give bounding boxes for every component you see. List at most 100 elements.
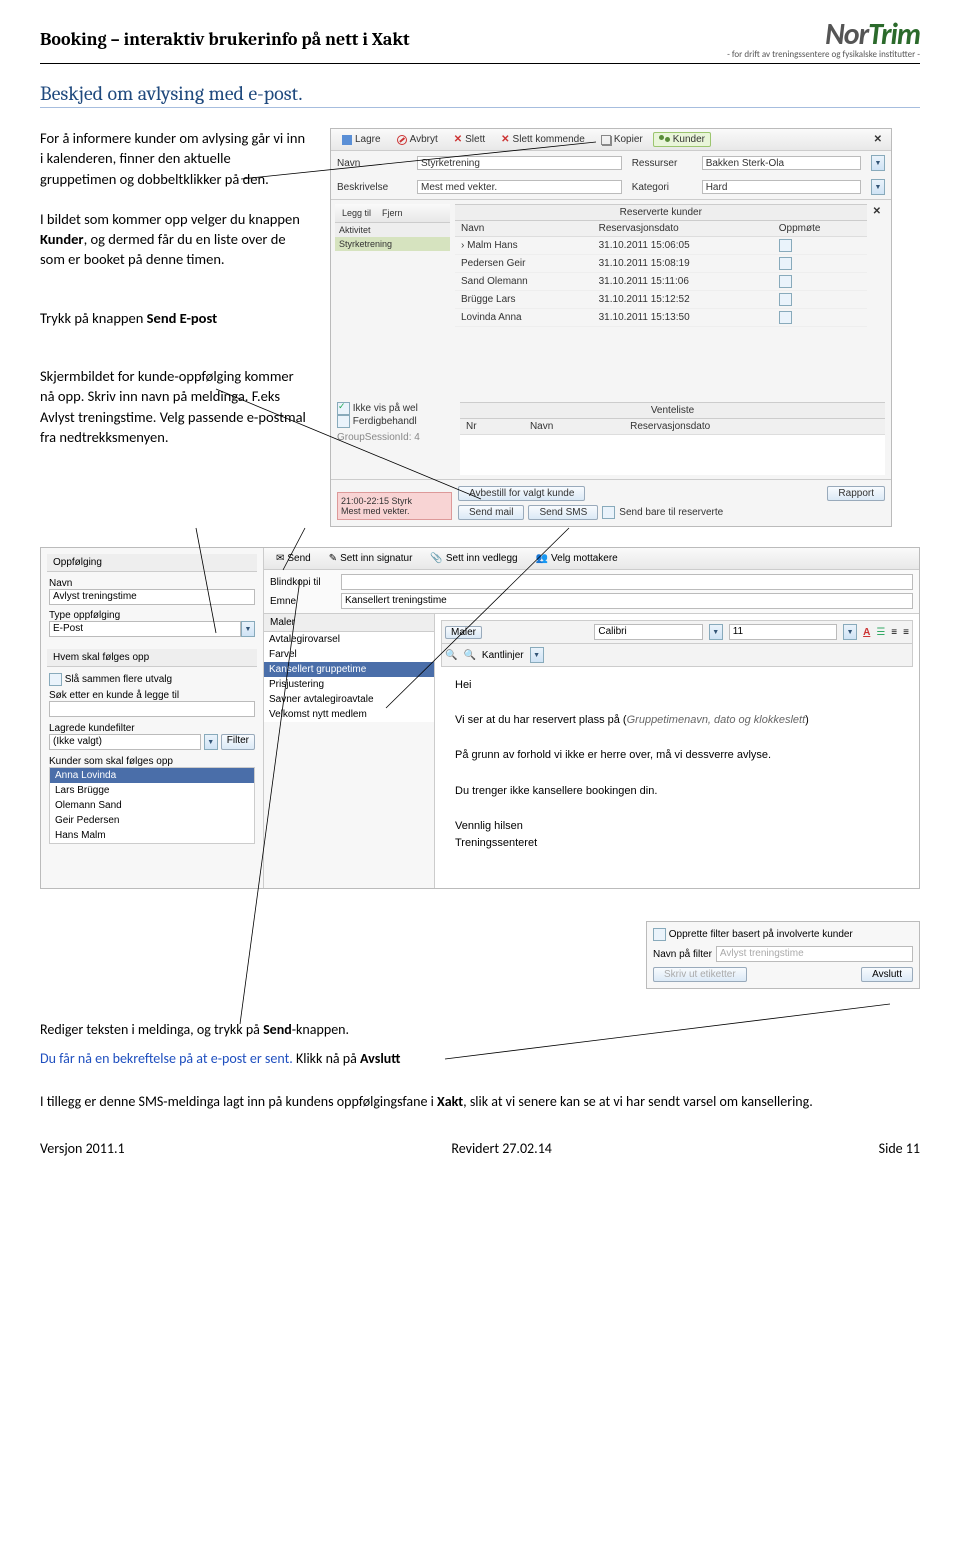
saved-filter-select[interactable]: (Ikke valgt)	[49, 734, 201, 750]
font-size-select[interactable]: 11	[729, 624, 837, 640]
input-bcc[interactable]	[341, 574, 913, 590]
sidebar-item[interactable]: Styrketrening	[335, 237, 450, 251]
text-color-icon[interactable]: A	[863, 627, 870, 638]
followup-title: Oppfølging	[47, 554, 257, 572]
dropdown-icon[interactable]: ▼	[871, 155, 885, 171]
maler-tab[interactable]: Maler	[445, 626, 482, 639]
paperclip-icon: 📎	[430, 553, 442, 564]
input-ressurser[interactable]: Bakken Sterk-Ola	[702, 156, 861, 170]
input-search[interactable]	[49, 701, 255, 717]
col-navn: Navn	[455, 221, 593, 237]
table-row: Pedersen Geir31.10.2011 15:08:19	[455, 255, 867, 273]
label-bcc: Blindkopi til	[270, 577, 335, 588]
attachment-button[interactable]: 📎 Sett inn vedlegg	[424, 551, 523, 566]
zoom-in-icon[interactable]: 🔍	[445, 650, 457, 661]
send-mail-button[interactable]: Send mail	[458, 505, 524, 520]
screenshot-email: Oppfølging Navn Avlyst treningstime Type…	[40, 547, 920, 889]
borders-button[interactable]: Kantlinjer	[482, 650, 524, 661]
col-dato: Reservasjonsdato	[624, 419, 885, 435]
dropdown-icon[interactable]: ▼	[871, 179, 885, 195]
email-body[interactable]: Hei Vi ser at du har reservert plass på …	[441, 667, 913, 863]
signature-button[interactable]: ✎ Sett inn signatur	[323, 551, 419, 566]
zoom-out-icon[interactable]: 🔍	[463, 650, 475, 661]
dropdown-icon[interactable]: ▼	[241, 621, 255, 637]
input-navn[interactable]: Avlyst treningstime	[49, 589, 255, 605]
close-button[interactable]: ✕	[870, 134, 886, 145]
font-select[interactable]: Calibri	[594, 624, 702, 640]
reserved-table: Navn Reservasjonsdato Oppmøte › Malm Han…	[455, 221, 867, 327]
recipients-button[interactable]: 👥 Velg mottakere	[530, 551, 624, 566]
dropdown-icon[interactable]: ▼	[843, 624, 857, 640]
cancel-button[interactable]: Avbryt	[391, 132, 444, 147]
filter-button[interactable]: Filter	[221, 734, 255, 750]
send-sms-button[interactable]: Send SMS	[528, 505, 598, 520]
input-navn[interactable]: Styrketrening	[417, 156, 622, 170]
print-labels-button[interactable]: Skriv ut etiketter	[653, 967, 747, 982]
checkbox[interactable]	[779, 311, 792, 324]
dropdown-icon[interactable]: ▼	[709, 624, 723, 640]
chk-ferdig[interactable]	[337, 415, 350, 428]
rapport-button[interactable]: Rapport	[827, 486, 885, 501]
remove-button[interactable]: Fjern	[378, 207, 407, 219]
templates-title: Maler	[264, 614, 434, 632]
chk-merge[interactable]	[49, 673, 62, 686]
calendar-entry[interactable]: 21:00-22:15 Styrk Mest med vekter.	[337, 492, 452, 520]
para-2: I bildet som kommer opp velger du knappe…	[40, 209, 310, 270]
delete-upcoming-button[interactable]: ✕Slett kommende	[495, 132, 591, 147]
delete-button[interactable]: ✕Slett	[448, 132, 491, 147]
chk-ikke-vis[interactable]	[337, 402, 350, 415]
input-subject[interactable]: Kansellert treningstime	[341, 593, 913, 609]
copy-button[interactable]: Kopier	[595, 132, 649, 147]
customer-list: Anna Lovinda Lars Brügge Olemann Sand Ge…	[49, 767, 255, 844]
align-right-icon[interactable]: ≡	[903, 627, 909, 638]
dropdown-icon[interactable]: ▼	[204, 734, 218, 750]
list-item[interactable]: Geir Pedersen	[50, 813, 254, 828]
input-type[interactable]: E-Post	[49, 621, 241, 637]
list-item[interactable]: Prisjustering	[264, 677, 434, 692]
label-beskrivelse: Beskrivelse	[337, 182, 407, 193]
label-type: Type oppfølging	[49, 610, 255, 621]
para-5: Rediger teksten i meldinga, og trykk på …	[40, 1021, 600, 1038]
instructions-left: For å informere kunder om avlysing går v…	[40, 128, 310, 467]
table-row: Brügge Lars31.10.2011 15:12:52	[455, 291, 867, 309]
checkbox[interactable]	[779, 257, 792, 270]
input-filter-name[interactable]: Avlyst treningstime	[716, 946, 913, 962]
finish-dialog: Opprette filter basert på involverte kun…	[646, 921, 920, 989]
dropdown-icon[interactable]: ▼	[530, 647, 544, 663]
list-item[interactable]: Farvel	[264, 647, 434, 662]
list-item[interactable]: Velkomst nytt medlem	[264, 707, 434, 722]
input-beskrivelse[interactable]: Mest med vekter.	[417, 180, 622, 194]
save-button[interactable]: Lagre	[336, 132, 387, 147]
list-item[interactable]: Lars Brügge	[50, 783, 254, 798]
list-item[interactable]: Avtalegirovarsel	[264, 632, 434, 647]
list-item[interactable]: Olemann Sand	[50, 798, 254, 813]
checkbox[interactable]	[779, 275, 792, 288]
copy-icon	[601, 135, 611, 145]
logo-subtitle: - for drift av treningssentere og fysika…	[727, 50, 920, 59]
align-left-icon[interactable]: ☰	[876, 627, 885, 638]
list-item[interactable]: Savner avtalegiroavtale	[264, 692, 434, 707]
label-filter-name: Navn på filter	[653, 949, 712, 960]
list-item[interactable]: Kansellert gruppetime	[264, 662, 434, 677]
label-ressurser: Ressurser	[632, 158, 692, 169]
avbestill-button[interactable]: Avbestill for valgt kunde	[458, 486, 585, 501]
page: Booking – interaktiv brukerinfo på nett …	[0, 0, 960, 1177]
add-button[interactable]: Legg til	[338, 207, 375, 219]
page-footer: Versjon 2011.1 Revidert 27.02.14 Side 11	[40, 1140, 920, 1157]
close-button[interactable]: ✕	[869, 206, 885, 217]
avslutt-button[interactable]: Avslutt	[861, 967, 913, 982]
cancel-icon	[397, 135, 407, 145]
checkbox[interactable]	[779, 239, 792, 252]
kunder-button[interactable]: Kunder	[653, 132, 711, 147]
input-kategori[interactable]: Hard	[702, 180, 861, 194]
chk-create-filter[interactable]	[653, 928, 666, 941]
align-center-icon[interactable]: ≡	[891, 627, 897, 638]
list-item[interactable]: Anna Lovinda	[50, 768, 254, 783]
label-navn: Navn	[49, 578, 255, 589]
send-button[interactable]: ✉ Send	[270, 551, 317, 566]
chk-only-reserved[interactable]	[602, 506, 615, 519]
list-item[interactable]: Hans Malm	[50, 828, 254, 843]
checkbox[interactable]	[779, 293, 792, 306]
activity-sidebar: Legg til Fjern Aktivitet Styrketrening	[335, 204, 450, 251]
delete-icon: ✕	[454, 134, 462, 145]
